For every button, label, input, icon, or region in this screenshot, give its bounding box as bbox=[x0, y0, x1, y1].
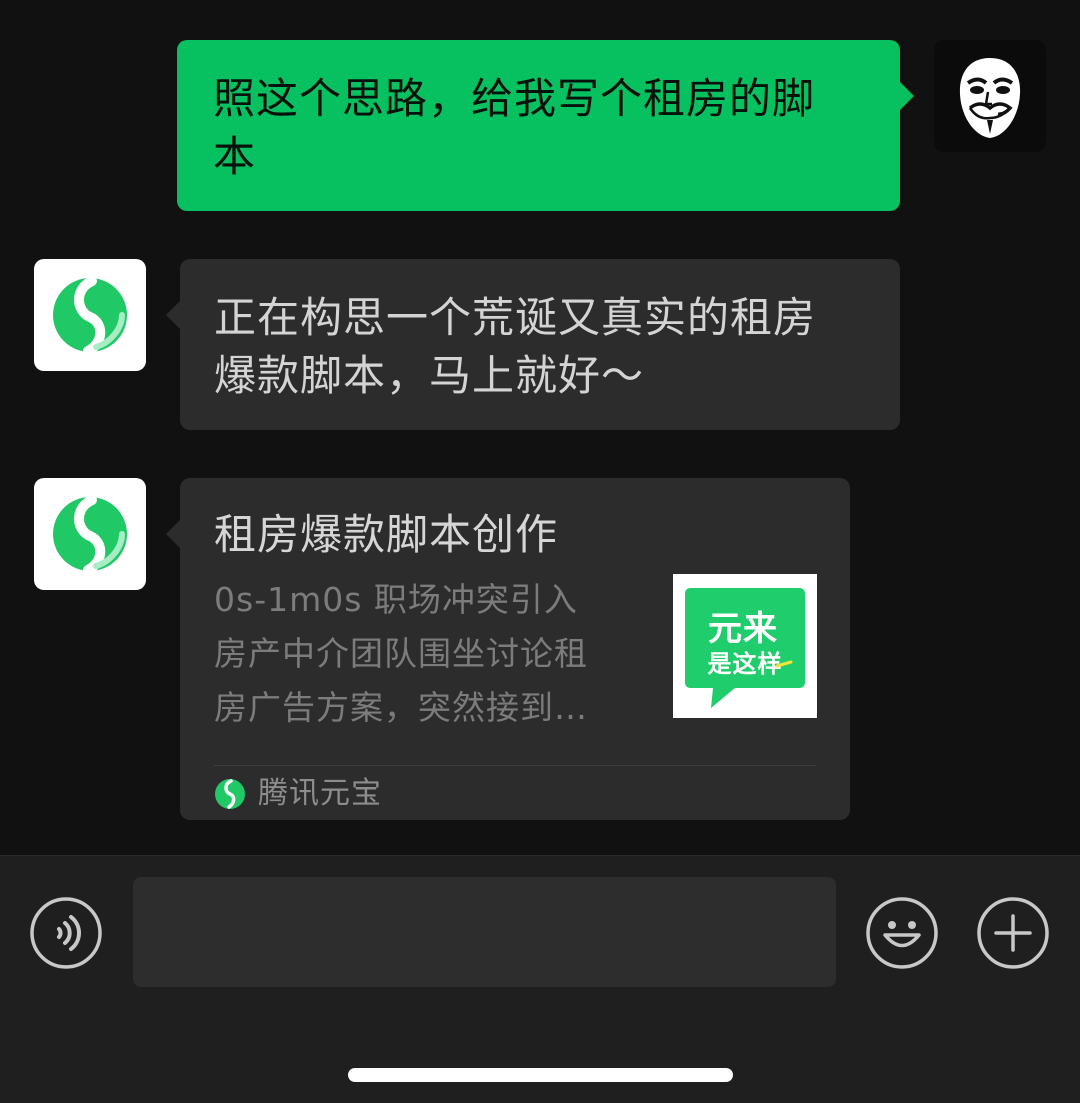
more-button[interactable] bbox=[976, 896, 1050, 970]
input-bar bbox=[0, 855, 1080, 1103]
home-indicator[interactable] bbox=[348, 1068, 733, 1082]
card-divider bbox=[214, 765, 816, 766]
thumbnail-text-line2: 是这样 bbox=[708, 650, 783, 678]
card-description: 0s-1m0s 职场冲突引入 房产中介团队围坐讨论租 房广告方案，突然接到… bbox=[214, 573, 644, 735]
voice-button[interactable] bbox=[29, 896, 103, 970]
card-description-line: 0s-1m0s 职场冲突引入 bbox=[214, 580, 578, 619]
script-card[interactable]: 租房爆款脚本创作 0s-1m0s 职场冲突引入 房产中介团队围坐讨论租 房广告方… bbox=[166, 478, 850, 820]
incoming-message-bubble[interactable]: 正在构思一个荒诞又真实的租房 爆款脚本，马上就好～ bbox=[166, 259, 900, 430]
card-description-line: 房产中介团队围坐讨论租 bbox=[214, 634, 588, 673]
bot-avatar[interactable] bbox=[34, 478, 146, 590]
speech-bubble-icon: 元来 是这样 bbox=[685, 588, 805, 708]
voice-icon bbox=[30, 897, 102, 969]
message-input[interactable] bbox=[133, 877, 836, 987]
emoji-button[interactable] bbox=[865, 896, 939, 970]
plus-icon bbox=[977, 897, 1049, 969]
card-source-label: 腾讯元宝 bbox=[258, 776, 382, 811]
bot-avatar[interactable] bbox=[34, 259, 146, 371]
card-description-line: 房广告方案，突然接到… bbox=[214, 688, 588, 727]
tencent-yuanbao-logo-icon bbox=[53, 276, 127, 356]
message-line: 本 bbox=[213, 132, 257, 181]
smiley-icon bbox=[866, 897, 938, 969]
my-avatar[interactable] bbox=[934, 40, 1046, 152]
guy-fawkes-mask-icon bbox=[959, 58, 1021, 138]
card-thumbnail: 元来 是这样 bbox=[673, 574, 817, 718]
message-line: 爆款脚本，马上就好～ bbox=[214, 351, 645, 400]
outgoing-message-bubble[interactable]: 照这个思路，给我写个租房的脚 本 bbox=[177, 40, 914, 211]
tencent-yuanbao-logo-icon bbox=[214, 778, 246, 810]
tencent-yuanbao-logo-icon bbox=[53, 495, 127, 575]
chat-area: 照这个思路，给我写个租房的脚 本 正在构思一个荒诞又真实的租房 爆款脚本，马上就… bbox=[0, 0, 1080, 855]
thumbnail-text-line1: 元来 bbox=[708, 609, 778, 649]
message-line: 正在构思一个荒诞又真实的租房 bbox=[214, 293, 817, 342]
card-title: 租房爆款脚本创作 bbox=[214, 510, 559, 559]
card-source: 腾讯元宝 bbox=[214, 776, 382, 812]
message-line: 照这个思路，给我写个租房的脚 bbox=[213, 74, 816, 123]
